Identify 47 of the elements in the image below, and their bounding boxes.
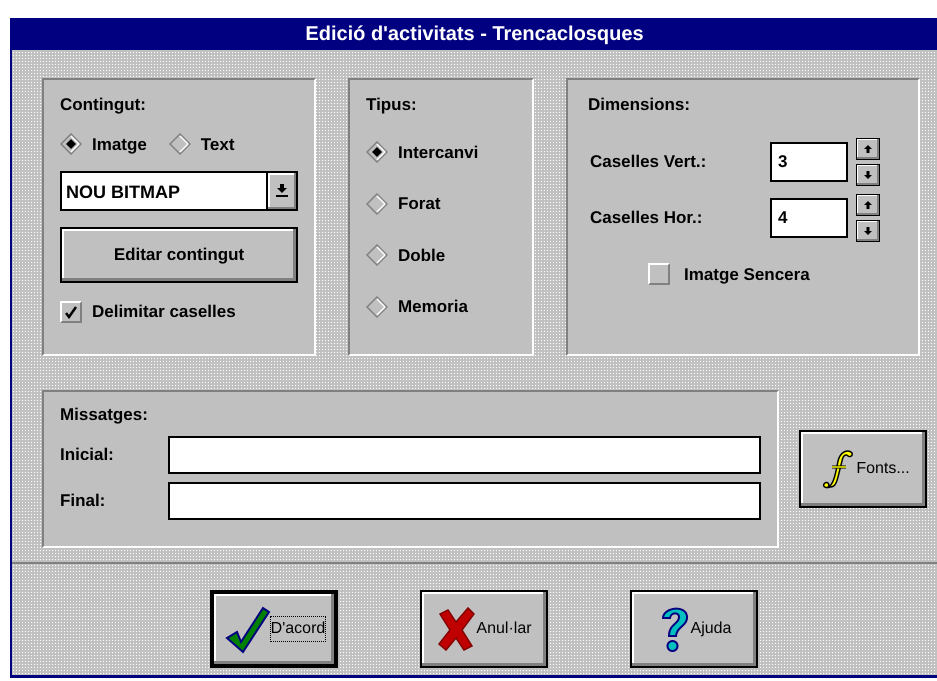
dialog-button[interactable]: Anul·lar bbox=[420, 590, 548, 668]
dropdown[interactable]: NOU BITMAP bbox=[60, 171, 298, 211]
field-label: Final: bbox=[60, 490, 106, 512]
radio-button[interactable] bbox=[60, 133, 82, 156]
checkbox[interactable] bbox=[60, 300, 82, 323]
section-label: Missatges: bbox=[60, 404, 149, 426]
spin-down-button[interactable] bbox=[856, 164, 880, 186]
radio-label[interactable]: Doble bbox=[398, 242, 446, 268]
edit-content-button[interactable]: Editar contingut bbox=[60, 227, 298, 283]
spin-up-button[interactable] bbox=[856, 138, 880, 160]
arrow-up-icon bbox=[863, 144, 873, 154]
cross-icon bbox=[436, 606, 476, 652]
radio-label[interactable]: Forat bbox=[398, 191, 440, 216]
arrow-down-icon bbox=[863, 226, 873, 236]
section-label: Contingut: bbox=[60, 94, 147, 116]
check-icon bbox=[63, 304, 79, 320]
spin-up-button[interactable] bbox=[856, 194, 880, 216]
text-field[interactable] bbox=[168, 436, 761, 474]
check-icon bbox=[222, 604, 271, 654]
section-label: Tipus: bbox=[366, 94, 418, 116]
number-field[interactable]: 4 bbox=[770, 198, 848, 238]
fonts-button[interactable]: Fonts... bbox=[799, 430, 927, 508]
radio-label[interactable]: Imatge bbox=[92, 132, 147, 157]
dialog-button[interactable]: D'acord bbox=[210, 590, 338, 668]
arrow-up-icon bbox=[863, 200, 873, 210]
arrow-down-icon bbox=[863, 170, 873, 180]
radio-button[interactable] bbox=[366, 141, 388, 164]
radio-button[interactable] bbox=[366, 244, 388, 266]
field-label: Inicial: bbox=[60, 444, 115, 466]
dialog-button[interactable]: Ajuda bbox=[630, 590, 758, 668]
section-label: Dimensions: bbox=[588, 94, 692, 116]
radio-label[interactable]: Intercanvi bbox=[398, 140, 478, 165]
radio-button[interactable] bbox=[366, 192, 388, 215]
field-label: Caselles Vert.: bbox=[590, 150, 708, 173]
window-title: Edició d'activitats - Trencaclosques bbox=[12, 18, 937, 50]
radio-label[interactable]: Memoria bbox=[398, 294, 468, 320]
field-label: Caselles Hor.: bbox=[590, 206, 704, 229]
radio-button[interactable] bbox=[366, 296, 388, 318]
checkbox-label[interactable]: Delimitar caselles bbox=[92, 299, 236, 324]
number-field[interactable]: 3 bbox=[770, 142, 848, 182]
radio-button[interactable] bbox=[168, 133, 191, 156]
dropdown-arrow-icon bbox=[276, 184, 288, 198]
checkbox-label[interactable]: Imatge Sencera bbox=[684, 262, 810, 287]
checkbox[interactable] bbox=[648, 263, 670, 286]
text-field[interactable] bbox=[168, 482, 761, 520]
radio-label[interactable]: Text bbox=[200, 132, 234, 157]
spin-down-button[interactable] bbox=[856, 220, 880, 242]
